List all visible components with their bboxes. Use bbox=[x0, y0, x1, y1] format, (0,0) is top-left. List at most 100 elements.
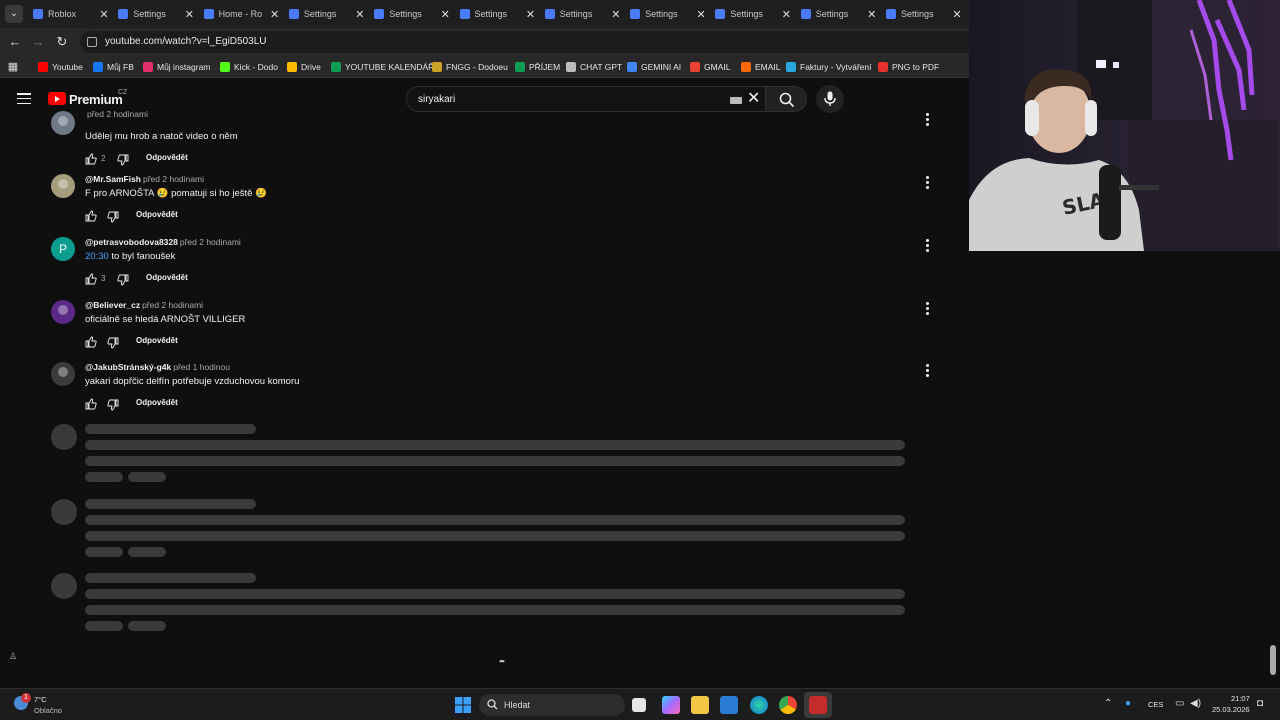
bookmark-item[interactable]: Faktury - Vytváření bbox=[786, 60, 871, 74]
youtube-logo-icon[interactable] bbox=[48, 92, 66, 105]
tab-close-icon[interactable]: ✕ bbox=[694, 8, 708, 21]
site-info-icon[interactable] bbox=[87, 37, 97, 47]
reply-button[interactable]: Odpovědět bbox=[136, 210, 178, 219]
comment-author[interactable]: @Believer_cz před 2 hodinami bbox=[85, 300, 203, 310]
comment-author[interactable]: @petrasvobodova8328 před 2 hodinami bbox=[85, 237, 241, 247]
tab-close-icon[interactable]: ✕ bbox=[865, 8, 879, 21]
bookmark-item[interactable]: PŘÍJEM bbox=[515, 60, 560, 74]
browser-tab[interactable]: Settings ✕ bbox=[112, 2, 196, 26]
taskbar-search-box[interactable]: Hledat bbox=[479, 694, 625, 716]
bookmark-item[interactable]: PNG to PDF bbox=[878, 60, 939, 74]
clock-date[interactable]: 25.03.2026 bbox=[1212, 705, 1250, 714]
browser-tab[interactable]: Settings ✕ bbox=[795, 2, 879, 26]
network-icon[interactable]: ▭ bbox=[1175, 698, 1184, 709]
browser-tab[interactable]: Settings ✕ bbox=[880, 2, 964, 26]
comment-time[interactable]: před 2 hodinami bbox=[143, 174, 204, 184]
comment-time[interactable]: před 2 hodinami bbox=[87, 109, 148, 119]
reload-icon[interactable]: ↻ bbox=[53, 33, 71, 51]
bookmark-item[interactable]: GEMINI AI bbox=[627, 60, 681, 74]
bookmark-item[interactable]: Kick - Dodo bbox=[220, 60, 278, 74]
chevron-up-icon[interactable]: ⌃ bbox=[1104, 698, 1112, 709]
like-icon[interactable] bbox=[85, 272, 97, 285]
voice-search-button[interactable] bbox=[816, 85, 844, 113]
dislike-icon[interactable] bbox=[107, 398, 119, 411]
forward-arrow-icon[interactable]: → bbox=[29, 33, 47, 51]
more-options-icon[interactable] bbox=[924, 239, 930, 253]
bookmark-item[interactable]: GMAIL bbox=[690, 60, 730, 74]
avatar[interactable] bbox=[51, 300, 75, 324]
avatar[interactable] bbox=[51, 362, 75, 386]
obs-app-icon[interactable] bbox=[809, 696, 827, 714]
tab-close-icon[interactable]: ✕ bbox=[438, 8, 452, 21]
bookmark-item[interactable]: YOUTUBE KALENDÁŘ bbox=[331, 60, 434, 74]
tab-close-icon[interactable]: ✕ bbox=[609, 8, 623, 21]
tab-close-icon[interactable]: ✕ bbox=[524, 8, 538, 21]
chrome-icon[interactable] bbox=[779, 696, 797, 714]
volume-icon[interactable]: ◀) bbox=[1190, 698, 1201, 709]
comment-author-name[interactable]: @Mr.SamFish bbox=[85, 174, 141, 184]
avatar[interactable]: P bbox=[51, 237, 75, 261]
reply-button[interactable]: Odpovědět bbox=[146, 273, 188, 282]
copilot-icon[interactable] bbox=[662, 696, 680, 714]
browser-tab[interactable]: Roblox ✕ bbox=[27, 2, 111, 26]
more-options-icon[interactable] bbox=[924, 113, 930, 127]
avatar[interactable] bbox=[51, 174, 75, 198]
tab-list-button[interactable]: ⌄ bbox=[5, 5, 23, 23]
comment-author-name[interactable]: @petrasvobodova8328 bbox=[85, 237, 178, 247]
comment-author-name[interactable]: @Believer_cz bbox=[85, 300, 140, 310]
tab-close-icon[interactable]: ✕ bbox=[779, 8, 793, 21]
avatar[interactable] bbox=[51, 111, 75, 135]
dislike-icon[interactable] bbox=[117, 153, 129, 166]
file-explorer-icon[interactable] bbox=[691, 696, 709, 714]
reply-button[interactable]: Odpovědět bbox=[136, 336, 178, 345]
windows-start-icon[interactable] bbox=[454, 696, 472, 714]
bookmark-item[interactable]: EMAIL bbox=[741, 60, 781, 74]
like-icon[interactable] bbox=[85, 397, 97, 410]
tab-close-icon[interactable]: ✕ bbox=[182, 8, 196, 21]
clear-search-icon[interactable]: ✕ bbox=[747, 90, 760, 108]
bookmark-item[interactable]: Můj instagram bbox=[143, 60, 210, 74]
browser-tab[interactable]: Settings ✕ bbox=[368, 2, 452, 26]
comment-time[interactable]: před 2 hodinami bbox=[180, 237, 241, 247]
browser-tab[interactable]: Settings ✕ bbox=[709, 2, 793, 26]
more-options-icon[interactable] bbox=[924, 302, 930, 316]
bookmark-item[interactable]: Drive bbox=[287, 60, 321, 74]
keyboard-icon[interactable] bbox=[730, 97, 742, 104]
reply-button[interactable]: Odpovědět bbox=[146, 153, 188, 162]
url-bar[interactable]: youtube.com/watch?v=l_EgiD503LU bbox=[80, 31, 969, 53]
tab-close-icon[interactable]: ✕ bbox=[950, 8, 964, 21]
comment-author[interactable]: @Mr.SamFish před 2 hodinami bbox=[85, 174, 204, 184]
tab-close-icon[interactable]: ✕ bbox=[353, 8, 367, 21]
browser-tab[interactable]: Home - Ro ✕ bbox=[198, 2, 282, 26]
dislike-icon[interactable] bbox=[117, 273, 129, 286]
bookmark-item[interactable]: FNGG - Dodoeu bbox=[432, 60, 508, 74]
microphone-icon[interactable]: ● bbox=[1125, 698, 1131, 709]
search-input[interactable]: siryakari bbox=[418, 94, 455, 105]
browser-tab[interactable]: Settings ✕ bbox=[539, 2, 623, 26]
scrollbar-thumb[interactable] bbox=[1270, 645, 1276, 675]
comment-time[interactable]: před 2 hodinami bbox=[142, 300, 203, 310]
reply-button[interactable]: Odpovědět bbox=[136, 398, 178, 407]
input-language[interactable]: CES bbox=[1148, 700, 1163, 709]
comment-time[interactable]: před 1 hodinou bbox=[173, 362, 230, 372]
bookmark-item[interactable]: CHAT GPT bbox=[566, 60, 622, 74]
more-options-icon[interactable] bbox=[924, 176, 930, 190]
tab-close-icon[interactable]: ✕ bbox=[97, 8, 111, 21]
youtube-premium-label[interactable]: Premium bbox=[69, 92, 123, 107]
notification-bell-icon[interactable]: ◘ bbox=[1257, 698, 1263, 709]
comment-author[interactable]: před 2 hodinami bbox=[85, 109, 148, 119]
more-options-icon[interactable] bbox=[924, 364, 930, 378]
edge-icon[interactable] bbox=[750, 696, 768, 714]
clock-time[interactable]: 21:07 bbox=[1231, 694, 1250, 703]
dislike-icon[interactable] bbox=[107, 210, 119, 223]
dislike-icon[interactable] bbox=[107, 336, 119, 349]
search-button[interactable] bbox=[765, 86, 807, 112]
task-view-icon[interactable] bbox=[632, 698, 646, 712]
like-icon[interactable] bbox=[85, 335, 97, 348]
timestamp-link[interactable]: 20:30 bbox=[85, 251, 109, 262]
weather-description[interactable]: Oblačno bbox=[34, 706, 62, 715]
browser-tab[interactable]: Settings ✕ bbox=[624, 2, 708, 26]
like-icon[interactable] bbox=[85, 152, 97, 165]
tab-close-icon[interactable]: ✕ bbox=[268, 8, 282, 21]
apps-grid-icon[interactable]: ▦ bbox=[4, 58, 22, 76]
